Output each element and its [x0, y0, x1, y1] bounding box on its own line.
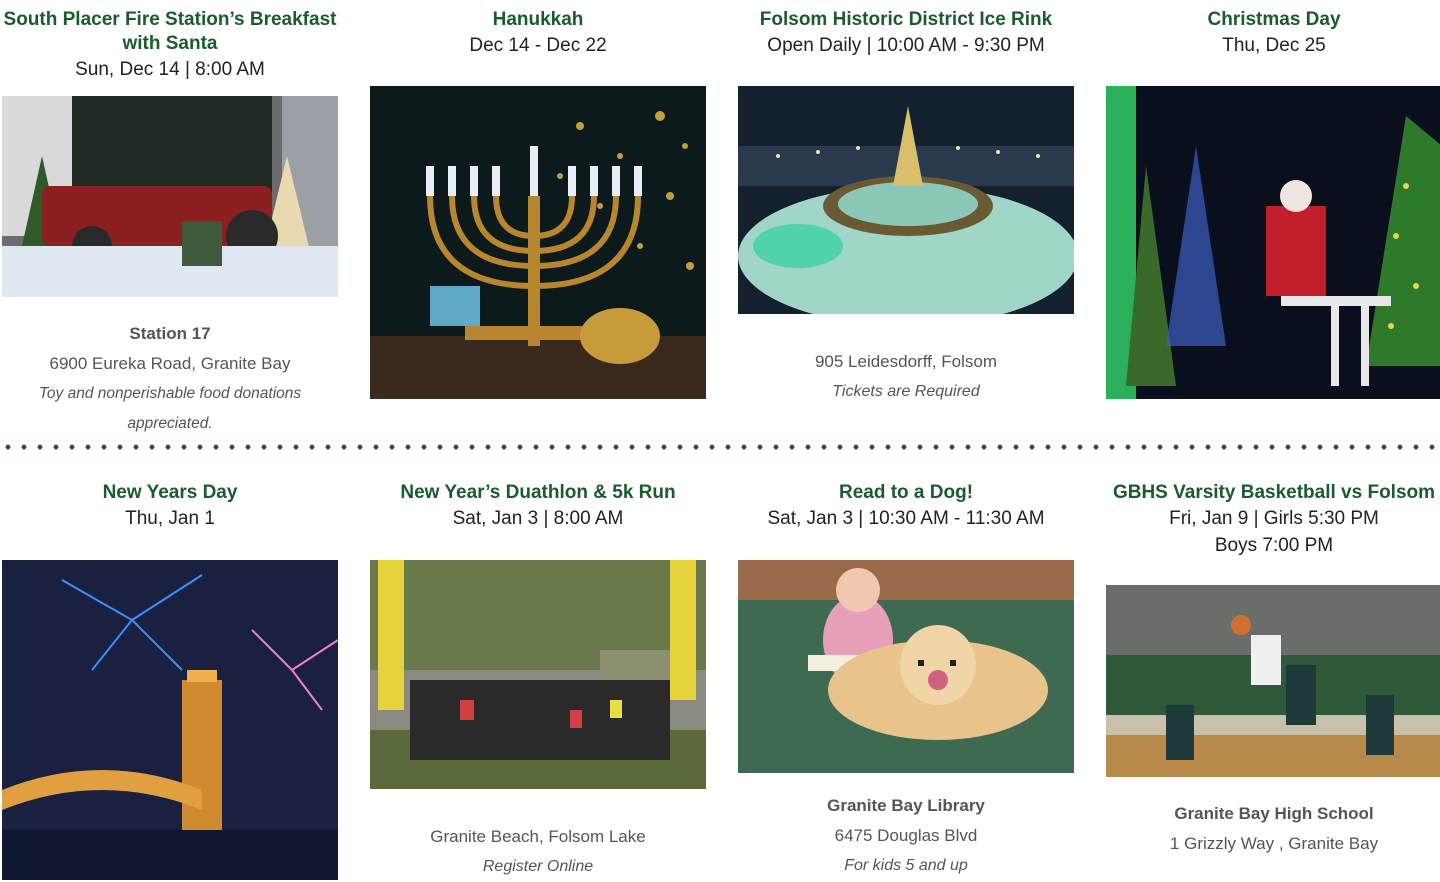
event-date: Thu, Jan 1 — [125, 508, 215, 529]
event-address: 6475 Douglas Blvd — [834, 826, 978, 845]
event-date: Sun, Dec 14 | 8:00 AM — [75, 59, 265, 80]
santa-lights-photo — [1106, 86, 1440, 399]
event-address: 1 Grizzly Way , Granite Bay — [1169, 834, 1379, 853]
event-note: Register Online — [482, 858, 594, 875]
event-card-hanukkah[interactable]: Hanukkah Dec 14 - Dec 22 — [370, 8, 706, 399]
event-card-duathlon-5k[interactable]: New Year’s Duathlon & 5k Run Sat, Jan 3 … — [370, 481, 706, 882]
event-address: 905 Leidesdorff, Folsom — [814, 352, 998, 371]
event-title: GBHS Varsity Basketball vs Folsom — [1112, 482, 1436, 503]
event-venue: Granite Bay High School — [1174, 804, 1374, 823]
event-card-ice-rink[interactable]: Folsom Historic District Ice Rink Open D… — [738, 8, 1074, 407]
event-card-gbhs-basketball[interactable]: GBHS Varsity Basketball vs Folsom Fri, J… — [1106, 481, 1440, 859]
event-date: Sat, Jan 3 | 8:00 AM — [452, 508, 624, 529]
event-card-read-to-a-dog[interactable]: Read to a Dog! Sat, Jan 3 | 10:30 AM - 1… — [738, 481, 1074, 881]
dotted-divider — [0, 442, 1440, 452]
event-title: Folsom Historic District Ice Rink — [759, 9, 1053, 30]
event-title: New Years Day — [102, 482, 238, 503]
event-date: Open Daily | 10:00 AM - 9:30 PM — [767, 35, 1045, 56]
event-venue: Granite Bay Library — [827, 796, 985, 815]
race-start-photo — [370, 560, 706, 789]
event-address: 6900 Eureka Road, Granite Bay — [49, 354, 291, 373]
event-title: Read to a Dog! — [838, 482, 974, 503]
event-note: For kids 5 and up — [844, 857, 968, 874]
fire-truck-santa-photo — [2, 96, 338, 297]
event-date: Sat, Jan 3 | 10:30 AM - 11:30 AM — [767, 508, 1045, 529]
reading-dog-photo — [738, 560, 1074, 773]
event-note: Tickets are Required — [832, 383, 980, 400]
ice-rink-photo — [738, 86, 1074, 314]
event-title: Hanukkah — [492, 9, 584, 30]
event-card-new-years-day[interactable]: New Years Day Thu, Jan 1 — [2, 481, 338, 880]
basketball-photo — [1106, 585, 1440, 777]
event-date: Fri, Jan 9 | Girls 5:30 PM — [1169, 508, 1379, 529]
event-title: South Placer Fire Station’s Breakfast wi… — [3, 9, 337, 54]
menorah-photo — [370, 86, 706, 399]
event-title: New Year’s Duathlon & 5k Run — [400, 482, 676, 503]
event-venue: Station 17 — [129, 324, 211, 343]
event-date: Thu, Dec 25 — [1222, 35, 1326, 56]
event-card-breakfast-with-santa[interactable]: South Placer Fire Station’s Breakfast wi… — [2, 8, 338, 439]
event-note: Toy and nonperishable food donations app… — [38, 385, 302, 432]
event-date-line-2: Boys 7:00 PM — [1214, 535, 1334, 556]
event-title: Christmas Day — [1207, 9, 1341, 30]
fireworks-bridge-photo — [2, 560, 338, 880]
event-card-christmas-day[interactable]: Christmas Day Thu, Dec 25 — [1106, 8, 1440, 399]
event-address: Granite Beach, Folsom Lake — [430, 827, 646, 846]
event-date: Dec 14 - Dec 22 — [469, 35, 607, 56]
